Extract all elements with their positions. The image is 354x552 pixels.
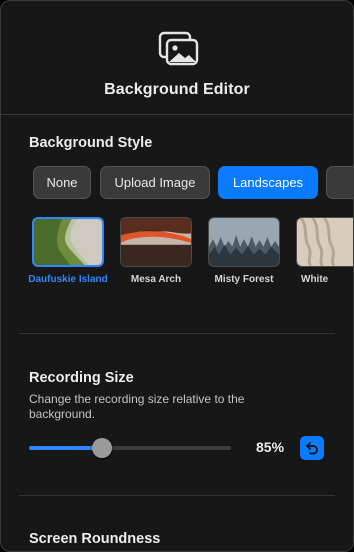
recording-size-value: 85%	[256, 439, 285, 455]
thumbnail-label-white: White	[301, 274, 329, 285]
recording-size-slider-thumb[interactable]	[91, 438, 112, 458]
misty-forest-image	[209, 218, 279, 266]
panel-title: Background Editor	[104, 81, 250, 98]
thumbnail-daufuskie-island[interactable]	[32, 217, 104, 267]
style-landscapes-button[interactable]: Landscapes	[218, 166, 318, 199]
recording-size-reset-button[interactable]	[300, 436, 324, 460]
reset-arrow-icon	[306, 442, 318, 455]
photos-icon	[158, 31, 199, 66]
white-sand-image	[297, 218, 353, 266]
mesa-arch-image	[121, 218, 191, 266]
thumbnail-white[interactable]	[296, 217, 353, 267]
section-divider	[19, 333, 335, 334]
background-editor-panel: Background Editor Background Style None …	[0, 0, 354, 552]
style-more-button[interactable]	[326, 166, 353, 199]
daufuskie-island-image	[34, 219, 102, 265]
thumbnail-label-misty-forest: Misty Forest	[214, 274, 274, 285]
recording-size-slider-fill	[29, 446, 102, 450]
recording-size-title: Recording Size	[29, 370, 134, 386]
thumbnail-label-daufuskie-island: Daufuskie Island	[28, 274, 108, 285]
recording-size-description: Change the recording size relative to th…	[29, 392, 245, 421]
style-none-button[interactable]: None	[33, 166, 91, 199]
screen-roundness-title: Screen Roundness	[29, 531, 161, 547]
recording-size-slider-track[interactable]	[29, 446, 231, 450]
panel-header: Background Editor	[1, 1, 353, 115]
section-divider-2	[19, 495, 335, 496]
style-upload-image-button[interactable]: Upload Image	[100, 166, 210, 199]
thumbnail-mesa-arch[interactable]	[120, 217, 192, 267]
background-style-title: Background Style	[29, 135, 153, 151]
thumbnail-label-mesa-arch: Mesa Arch	[130, 274, 182, 285]
thumbnail-misty-forest[interactable]	[208, 217, 280, 267]
